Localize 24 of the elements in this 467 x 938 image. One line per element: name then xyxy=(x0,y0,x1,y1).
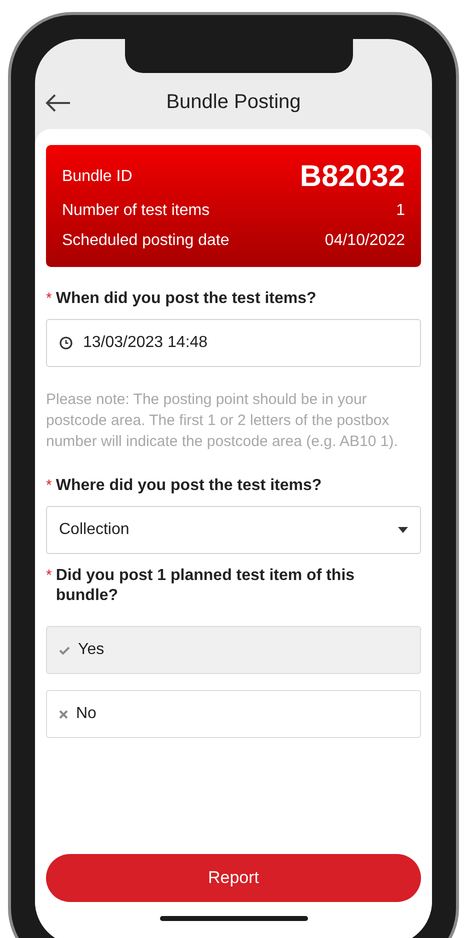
detail-label: Scheduled posting date xyxy=(62,231,230,251)
bundle-id: B82032 xyxy=(300,161,405,193)
close-icon xyxy=(59,710,68,718)
question-label: Did you post 1 planned test item of this bundle? xyxy=(56,566,356,606)
detail-label: Number of test items xyxy=(62,201,210,221)
clock-icon xyxy=(59,336,73,350)
datetime-field[interactable]: 13/03/2023 14:48 xyxy=(46,319,421,367)
answer-option[interactable]: No xyxy=(46,690,421,738)
page-title: Bundle Posting xyxy=(165,91,302,113)
note-text: Please note: The posting point should be in your postcode area. The first 1 or 2 letters of the postbox number will indicate the postcode area (e.g. AB10 1). xyxy=(46,390,399,452)
question-label: When did you post the test items? xyxy=(56,289,316,309)
required-mark: * xyxy=(46,289,52,309)
report-button[interactable]: Report xyxy=(46,854,421,902)
answer-option[interactable]: Yes xyxy=(46,626,421,674)
required-mark: * xyxy=(46,566,52,586)
caret-icon xyxy=(398,527,408,533)
required-mark: * xyxy=(46,476,52,496)
check-icon xyxy=(59,646,70,654)
back-arrow-icon[interactable] xyxy=(45,93,71,113)
bundle-label: Bundle ID xyxy=(62,167,132,187)
detail-value: 04/10/2022 xyxy=(324,231,405,251)
question-label: Where did you post the test items? xyxy=(56,476,322,496)
detail-value: 1 xyxy=(396,201,405,221)
select-field[interactable]: Collection xyxy=(46,506,421,554)
